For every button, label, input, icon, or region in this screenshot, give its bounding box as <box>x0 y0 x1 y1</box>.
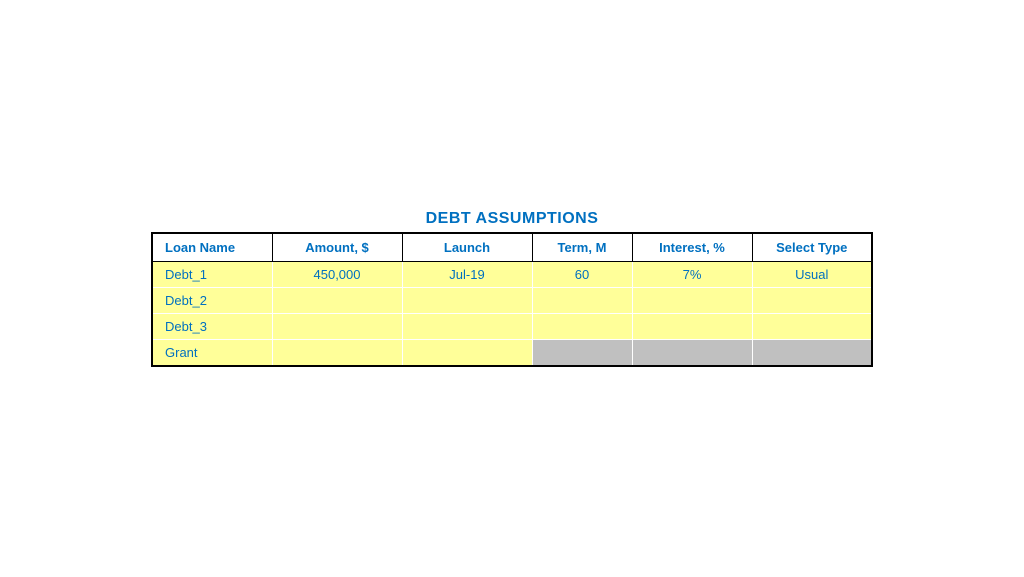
cell-term[interactable] <box>532 314 632 340</box>
table-section: DEBT ASSUMPTIONS Loan Name Amount, $ Lau… <box>151 210 873 367</box>
debt-table: Loan Name Amount, $ Launch Term, M Inter… <box>151 232 873 367</box>
table-row: Debt_3 <box>152 314 872 340</box>
header-amount: Amount, $ <box>272 233 402 262</box>
cell-amount[interactable] <box>272 314 402 340</box>
cell-select-type[interactable] <box>752 288 872 314</box>
cell-amount[interactable]: 450,000 <box>272 262 402 288</box>
cell-loan-name[interactable]: Debt_1 <box>152 262 272 288</box>
cell-launch[interactable] <box>402 288 532 314</box>
cell-interest[interactable]: 7% <box>632 262 752 288</box>
cell-launch[interactable]: Jul-19 <box>402 262 532 288</box>
cell-interest[interactable] <box>632 288 752 314</box>
cell-launch[interactable] <box>402 314 532 340</box>
cell-loan-name[interactable]: Debt_3 <box>152 314 272 340</box>
cell-loan-name[interactable]: Grant <box>152 340 272 367</box>
cell-term[interactable] <box>532 288 632 314</box>
table-row: Debt_2 <box>152 288 872 314</box>
cell-amount[interactable] <box>272 288 402 314</box>
cell-interest[interactable] <box>632 314 752 340</box>
cell-term[interactable]: 60 <box>532 262 632 288</box>
header-term: Term, M <box>532 233 632 262</box>
header-loan-name: Loan Name <box>152 233 272 262</box>
cell-select-type[interactable]: Usual <box>752 262 872 288</box>
header-select-type: Select Type <box>752 233 872 262</box>
cell-loan-name[interactable]: Debt_2 <box>152 288 272 314</box>
cell-interest-disabled <box>632 340 752 367</box>
table-title: DEBT ASSUMPTIONS <box>426 210 599 228</box>
table-row: Grant <box>152 340 872 367</box>
header-interest: Interest, % <box>632 233 752 262</box>
header-row: Loan Name Amount, $ Launch Term, M Inter… <box>152 233 872 262</box>
page-container: DEBT ASSUMPTIONS Loan Name Amount, $ Lau… <box>0 0 1024 577</box>
table-row: Debt_1 450,000 Jul-19 60 7% Usual <box>152 262 872 288</box>
cell-select-type-disabled <box>752 340 872 367</box>
cell-amount[interactable] <box>272 340 402 367</box>
cell-term-disabled <box>532 340 632 367</box>
cell-select-type[interactable] <box>752 314 872 340</box>
cell-launch[interactable] <box>402 340 532 367</box>
header-launch: Launch <box>402 233 532 262</box>
